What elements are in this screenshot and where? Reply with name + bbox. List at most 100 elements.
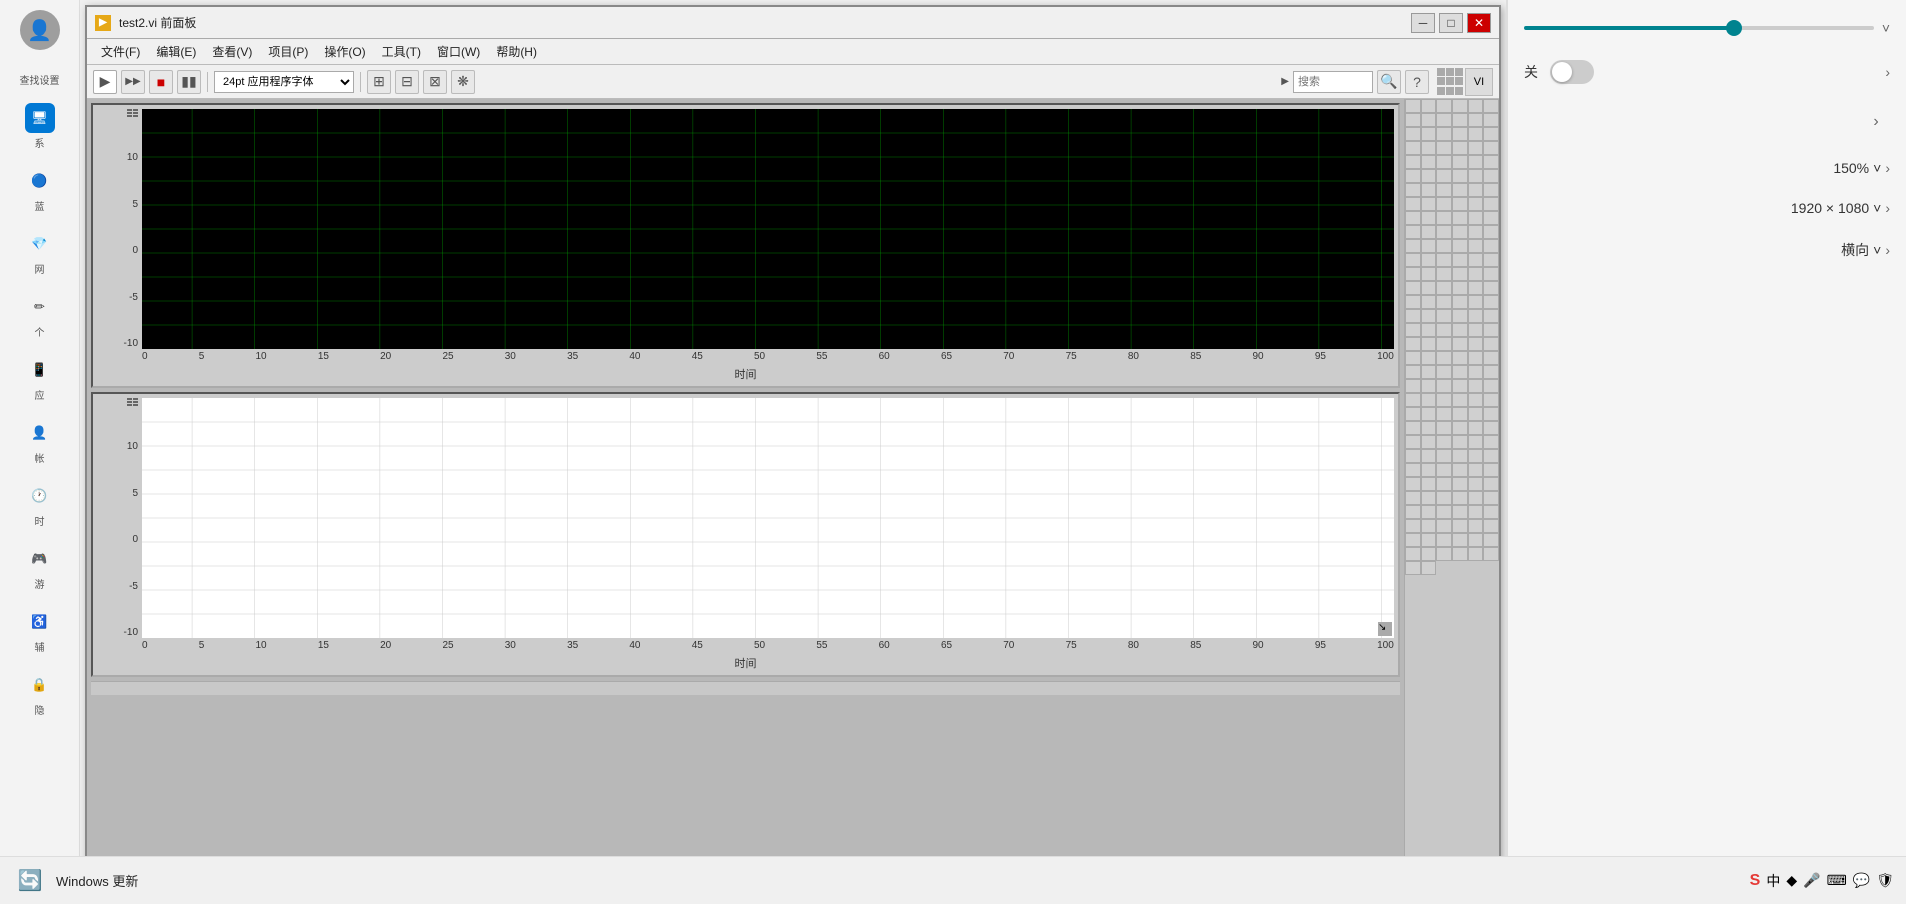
resize-handle[interactable]: ↘ <box>1378 622 1392 636</box>
sidebar-label-7: 游 <box>35 576 45 591</box>
grid-cell <box>1468 281 1484 295</box>
menu-tools[interactable]: 工具(T) <box>376 41 427 62</box>
sidebar-icon-2: 💎 <box>25 229 55 259</box>
grid-cell <box>1405 477 1421 491</box>
grid-cell <box>1452 267 1468 281</box>
grid-icon-1[interactable] <box>1437 68 1463 96</box>
top-chart-y-axis: 10 5 0 -5 -10 <box>97 109 142 349</box>
menu-edit[interactable]: 编辑(E) <box>150 41 202 62</box>
menu-help[interactable]: 帮助(H) <box>490 41 543 62</box>
run-continuously-button[interactable]: ▶▶ <box>121 70 145 94</box>
grid-cell <box>1468 267 1484 281</box>
grid-cell <box>1405 225 1421 239</box>
grid-cell <box>1421 533 1437 547</box>
chinese-icon[interactable]: 中 <box>1766 871 1780 891</box>
windows-update-icon[interactable]: 🔄 <box>12 863 48 899</box>
sidebar-label-8: 辅 <box>35 639 45 654</box>
sidebar-item-3[interactable]: ✏ 个 <box>0 288 79 343</box>
vi-icon[interactable]: VI <box>1465 68 1493 96</box>
keyboard-icon[interactable]: ⌨ <box>1827 872 1847 889</box>
grid-cell <box>1483 309 1499 323</box>
percentage-dropdown[interactable]: 150% ˅ <box>1833 160 1881 176</box>
grid-cell <box>1452 533 1468 547</box>
resolution-dropdown[interactable]: 1920 × 1080 ˅ <box>1791 200 1881 216</box>
pause-button[interactable]: ▮▮ <box>177 70 201 94</box>
sidebar-item-8[interactable]: ♿ 辅 <box>0 603 79 658</box>
grid-cell <box>1436 127 1452 141</box>
resize-button[interactable]: ⊠ <box>423 70 447 94</box>
sidebar-item-1[interactable]: 🔵 蓝 <box>0 162 79 217</box>
slider-track[interactable] <box>1524 26 1874 30</box>
grid-cell <box>1405 393 1421 407</box>
run-button[interactable]: ▶ <box>93 70 117 94</box>
resolution-arrow[interactable]: › <box>1885 200 1890 216</box>
distribute-button[interactable]: ⊟ <box>395 70 419 94</box>
input-icon[interactable]: ◆ <box>1786 872 1797 889</box>
reorder-button[interactable]: ❋ <box>451 70 475 94</box>
toggle-knob <box>1552 62 1572 82</box>
grid-cell <box>1452 421 1468 435</box>
sidebar-item-2[interactable]: 💎 网 <box>0 225 79 280</box>
grid-cell <box>1421 393 1437 407</box>
orientation-dropdown[interactable]: 横向 ˅ <box>1841 240 1881 260</box>
slider-thumb[interactable] <box>1726 20 1742 36</box>
percentage-row: 150% ˅ › <box>1524 160 1890 176</box>
bottom-chart-x-label: 时间 <box>97 655 1394 671</box>
h-scrollbar[interactable] <box>91 681 1400 695</box>
sidebar-item-0[interactable]: 🖥 系 <box>0 99 79 154</box>
grid-cell <box>1452 505 1468 519</box>
grid-cell <box>1436 505 1452 519</box>
sidebar-item-6[interactable]: 🕐 时 <box>0 477 79 532</box>
grid-cell <box>1468 155 1484 169</box>
orientation-arrow[interactable]: › <box>1885 242 1890 258</box>
help-button[interactable]: ? <box>1405 70 1429 94</box>
grid-cell <box>1421 225 1437 239</box>
grid-cell <box>1421 197 1437 211</box>
sidebar-item-7[interactable]: 🎮 游 <box>0 540 79 595</box>
toggle-row: 关 › <box>1524 60 1890 84</box>
sidebar-item-9[interactable]: 🔒 隐 <box>0 666 79 721</box>
grid-cell <box>1468 169 1484 183</box>
grid-cell <box>1452 281 1468 295</box>
grid-cell <box>1468 253 1484 267</box>
grid-cell <box>1421 183 1437 197</box>
percentage-arrow[interactable]: › <box>1885 160 1890 176</box>
chat-icon[interactable]: 💬 <box>1853 872 1870 889</box>
menu-file[interactable]: 文件(F) <box>95 41 146 62</box>
grid-cell <box>1483 211 1499 225</box>
toggle-chevron[interactable]: › <box>1885 64 1890 80</box>
maximize-button[interactable]: □ <box>1439 13 1463 33</box>
slider-chevron[interactable]: ˅ <box>1882 20 1890 36</box>
menu-window[interactable]: 窗口(W) <box>431 41 486 62</box>
sidebar-find-settings[interactable]: 查找设置 <box>0 68 79 91</box>
grid-cell <box>1405 435 1421 449</box>
menu-operate[interactable]: 操作(O) <box>318 41 371 62</box>
align-button[interactable]: ⊞ <box>367 70 391 94</box>
grid-cell <box>1483 449 1499 463</box>
mic-icon[interactable]: 🎤 <box>1803 872 1820 889</box>
abort-button[interactable]: ■ <box>149 70 173 94</box>
grid-cell <box>1421 267 1437 281</box>
sidebar-item-4[interactable]: 📱 应 <box>0 351 79 406</box>
grid-cell <box>1452 491 1468 505</box>
toggle-switch[interactable] <box>1550 60 1594 84</box>
grid-cell <box>1405 309 1421 323</box>
search-button[interactable]: 🔍 <box>1377 70 1401 94</box>
menu-project[interactable]: 项目(P) <box>262 41 314 62</box>
percentage-value: 150% <box>1833 160 1869 176</box>
reorder-icon: ❋ <box>457 73 469 90</box>
percentage-chevron-down: ˅ <box>1873 160 1881 176</box>
shield-icon[interactable]: 🛡 <box>1876 872 1894 889</box>
search-input[interactable] <box>1293 71 1373 93</box>
grid-cell <box>1436 533 1452 547</box>
resolution-row: 1920 × 1080 ˅ › <box>1524 200 1890 216</box>
close-button[interactable]: ✕ <box>1467 13 1491 33</box>
top-chart-x-label: 时间 <box>97 366 1394 382</box>
nav-arrow-button[interactable]: › <box>1862 108 1890 136</box>
font-selector[interactable]: 24pt 应用程序字体 <box>214 71 354 93</box>
sidebar-item-5[interactable]: 👤 帐 <box>0 414 79 469</box>
minimize-button[interactable]: ─ <box>1411 13 1435 33</box>
grid-cell <box>1452 225 1468 239</box>
menu-view[interactable]: 查看(V) <box>206 41 258 62</box>
grid-cell <box>1421 239 1437 253</box>
